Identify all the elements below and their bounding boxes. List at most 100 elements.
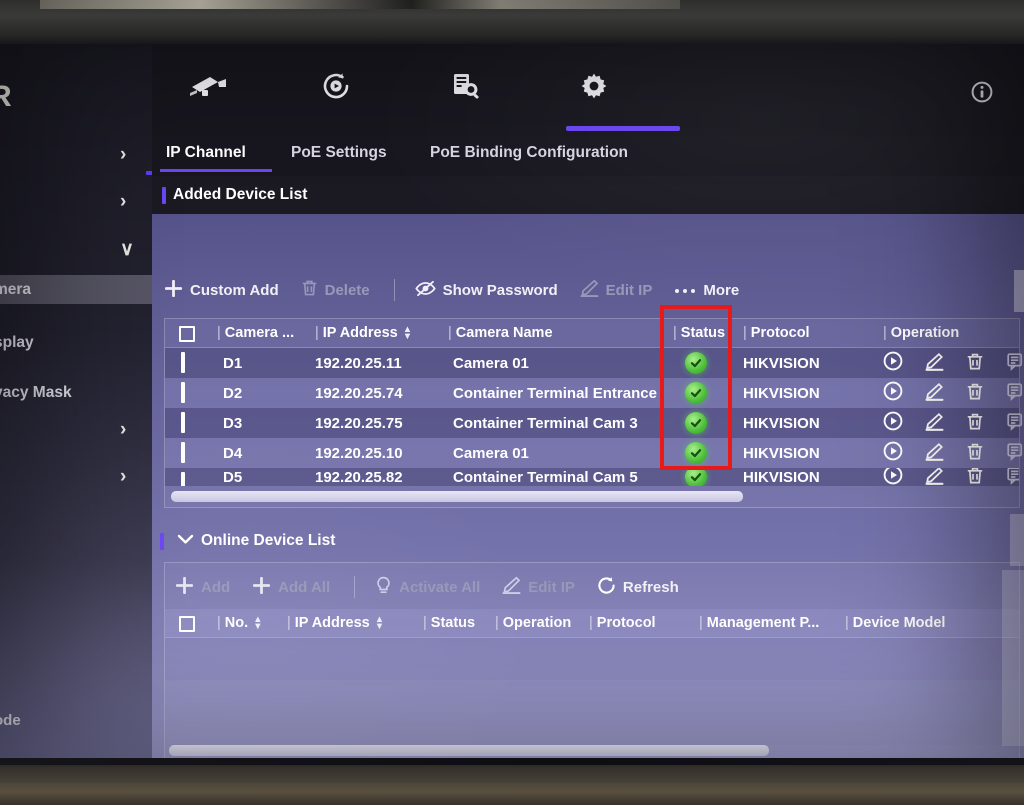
sort-arrows-icon[interactable]: ▲ ▼: [403, 324, 412, 341]
row-checkbox[interactable]: [181, 352, 185, 373]
online-device-list-title-group[interactable]: Online Device List: [160, 532, 335, 550]
delete-trash-icon[interactable]: [966, 412, 984, 435]
added-table-hscroll-thumb[interactable]: [171, 491, 743, 502]
toolbar-divider: [354, 576, 356, 598]
details-document-icon[interactable]: [1006, 468, 1019, 486]
row-checkbox[interactable]: [181, 382, 185, 403]
sidebar-item-display[interactable]: splay: [0, 328, 152, 357]
plus-icon: [252, 576, 271, 599]
refresh-button[interactable]: Refresh: [597, 576, 679, 599]
tab-poe-settings[interactable]: PoE Settings: [291, 144, 387, 168]
chevron-down-icon[interactable]: [177, 532, 194, 550]
added-device-toolbar: Custom Add Delete Show Password Edit IP …: [164, 270, 1020, 310]
table-row[interactable]: D1 192.20.25.11 Camera 01 HIKVISION: [165, 348, 1023, 378]
playback-icon[interactable]: [308, 62, 364, 110]
column-header-ip-address[interactable]: | IP Address ▲ ▼: [315, 319, 412, 348]
table-row[interactable]: D2 192.20.25.74 Container Terminal Entra…: [165, 378, 1023, 408]
more-button[interactable]: More: [674, 282, 739, 299]
play-circle-icon[interactable]: [883, 468, 903, 486]
column-header-operation[interactable]: | Operation: [883, 319, 959, 348]
play-circle-icon[interactable]: [883, 381, 903, 405]
custom-add-button[interactable]: Custom Add: [164, 279, 279, 302]
activate-all-label: Activate All: [399, 578, 481, 596]
column-header-operation[interactable]: | Operation: [495, 609, 571, 638]
panel-vertical-scrollbar[interactable]: [1014, 270, 1024, 312]
sort-arrows-icon[interactable]: ▲ ▼: [253, 614, 262, 631]
online-table-hscroll-track[interactable]: [169, 745, 1017, 756]
column-divider: |: [423, 615, 427, 631]
sidebar-item-privacy-mask[interactable]: vacy Mask: [0, 378, 152, 407]
column-header-protocol[interactable]: | Protocol: [589, 609, 656, 638]
edit-ip-button[interactable]: Edit IP: [580, 279, 652, 301]
online-edit-ip-button[interactable]: Edit IP: [502, 576, 575, 598]
edit-pencil-icon[interactable]: [925, 468, 944, 486]
column-header-status[interactable]: | Status: [423, 609, 475, 638]
delete-button[interactable]: Delete: [301, 279, 370, 301]
sidebar-expand-chevron-4[interactable]: ›: [120, 467, 126, 486]
details-document-icon[interactable]: [1006, 352, 1024, 375]
select-all-checkbox[interactable]: [179, 615, 195, 632]
column-header-status[interactable]: | Status: [673, 319, 725, 348]
delete-trash-icon[interactable]: [966, 468, 984, 486]
edit-pencil-icon[interactable]: [925, 412, 944, 435]
table-row[interactable]: D3 192.20.25.75 Container Terminal Cam 3…: [165, 408, 1023, 438]
tab-ip-channel[interactable]: IP Channel: [166, 144, 246, 168]
tab-bar: IP Channel PoE Settings PoE Binding Conf…: [152, 136, 1024, 176]
cell-ip-address: 192.20.25.11: [315, 354, 402, 372]
camera-icon[interactable]: [180, 62, 236, 110]
table-row[interactable]: D4 192.20.25.10 Camera 01 HIKVISION: [165, 438, 1023, 468]
edit-pencil-icon[interactable]: [925, 352, 944, 375]
delete-trash-icon[interactable]: [966, 382, 984, 405]
sidebar-expand-chevron-3[interactable]: ›: [120, 420, 126, 439]
details-document-icon[interactable]: [1006, 382, 1024, 405]
edit-pencil-icon[interactable]: [925, 442, 944, 465]
added-table-hscroll-track[interactable]: [171, 491, 1015, 502]
log-search-icon[interactable]: [438, 62, 494, 110]
ellipsis-icon: [674, 282, 696, 299]
play-circle-icon[interactable]: [883, 351, 903, 375]
select-all-checkbox[interactable]: [179, 325, 195, 342]
play-circle-icon[interactable]: [883, 411, 903, 435]
sidebar-expand-chevron-1[interactable]: ›: [120, 145, 126, 164]
brand-logo: R: [0, 80, 13, 113]
sidebar-item-camera[interactable]: mera: [0, 275, 152, 304]
panel-scroll-indicator[interactable]: [1010, 514, 1024, 566]
column-header-no[interactable]: | No. ▲ ▼: [217, 609, 263, 638]
column-header-camera[interactable]: | Camera ...: [217, 319, 294, 348]
column-header-protocol[interactable]: | Protocol: [743, 319, 810, 348]
row-checkbox[interactable]: [181, 442, 185, 463]
column-header-device-model[interactable]: | Device Model: [845, 609, 945, 638]
online-panel-scroll-indicator[interactable]: [1002, 570, 1024, 746]
column-header-ip-address[interactable]: | IP Address ▲ ▼: [287, 609, 384, 638]
play-circle-icon[interactable]: [883, 441, 903, 465]
sidebar-collapse-chevron[interactable]: ∨: [120, 240, 134, 259]
tab-poe-binding-configuration[interactable]: PoE Binding Configuration: [430, 144, 628, 168]
edit-pencil-icon[interactable]: [925, 382, 944, 405]
delete-trash-icon[interactable]: [966, 442, 984, 465]
column-divider: |: [287, 615, 291, 631]
delete-trash-icon[interactable]: [966, 352, 984, 375]
sort-arrows-icon[interactable]: ▲ ▼: [375, 614, 384, 631]
show-password-button[interactable]: Show Password: [414, 280, 558, 301]
add-button[interactable]: Add: [175, 576, 230, 599]
column-divider: |: [315, 325, 319, 341]
column-header-camera-name[interactable]: | Camera Name: [448, 319, 553, 348]
info-icon[interactable]: [970, 80, 994, 109]
status-online-icon: [685, 412, 707, 434]
add-all-label: Add All: [278, 578, 331, 596]
details-document-icon[interactable]: [1006, 412, 1024, 435]
tab-active-underline: [160, 169, 272, 172]
settings-gear-icon[interactable]: [566, 62, 622, 110]
online-table-hscroll-thumb[interactable]: [169, 745, 769, 756]
row-checkbox[interactable]: [181, 412, 185, 433]
row-checkbox[interactable]: [181, 472, 185, 486]
add-all-button[interactable]: Add All: [252, 576, 330, 599]
sidebar-item-mode[interactable]: ode: [0, 712, 21, 729]
table-row[interactable]: D5 192.20.25.82 Container Terminal Cam 5…: [165, 468, 1019, 486]
refresh-icon: [597, 576, 616, 599]
sidebar-expand-chevron-2[interactable]: ›: [120, 192, 126, 211]
details-document-icon[interactable]: [1006, 442, 1024, 465]
column-header-management-port[interactable]: | Management P...: [699, 609, 819, 638]
column-divider: |: [673, 325, 677, 341]
activate-all-button[interactable]: Activate All: [375, 576, 480, 599]
